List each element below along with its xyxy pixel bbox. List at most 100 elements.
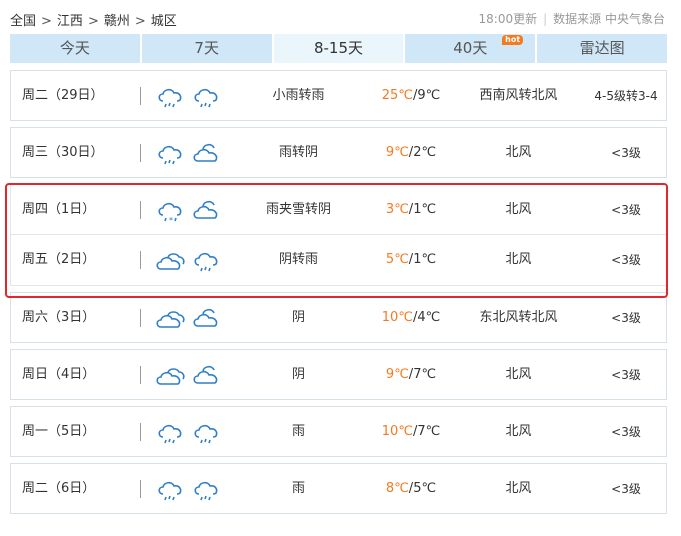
high-temp: 10℃ <box>381 310 413 325</box>
breadcrumb-item-city[interactable]: 赣州 <box>104 14 130 29</box>
high-temp: 10℃ <box>381 424 413 439</box>
wind-level: <3级 <box>611 146 641 160</box>
svg-text:*: * <box>169 216 173 225</box>
temperature: 10℃/7℃ <box>366 407 456 457</box>
forecast-row: 周日（4日） 阴 9℃/7℃ 北风 <3级 <box>10 349 667 400</box>
high-temp: 25℃ <box>381 88 413 103</box>
wind-level: <3级 <box>611 368 641 382</box>
day-label: 周二（29日） <box>22 71 141 121</box>
forecast-row: 周四（1日） * 雨夹雪转阴 3℃/1℃ 北风 <3级 <box>10 184 667 235</box>
day-label: 周四（1日） <box>22 185 141 235</box>
temperature: 25℃/9℃ <box>366 71 456 121</box>
forecast-list: 周二（29日） 小雨转雨 25℃/9℃ 西南风转北风 4-5级转3-4 周三（30日） 雨转… <box>10 70 667 520</box>
low-temp: 5℃ <box>413 481 437 496</box>
overcast-icon <box>156 311 185 328</box>
day-label: 周三（30日） <box>22 128 141 178</box>
weather-description: 雨 <box>291 481 305 496</box>
breadcrumb-separator: > <box>41 14 52 29</box>
wind-direction: 北风 <box>505 145 532 160</box>
hot-badge: hot <box>502 35 524 45</box>
partly-cloudy-icon <box>193 200 218 219</box>
weather-description: 雨 <box>291 424 305 439</box>
wind-level: <3级 <box>611 203 641 217</box>
low-temp: 1℃ <box>413 252 437 267</box>
cloud-rain-icon <box>158 424 182 444</box>
partly-cloudy-icon <box>193 143 218 162</box>
forecast-row: 周二（29日） 小雨转雨 25℃/9℃ 西南风转北风 4-5级转3-4 <box>10 70 667 121</box>
weather-icons <box>155 361 225 391</box>
forecast-row: 周六（3日） 阴 10℃/4℃ 东北风转北风 <3级 <box>10 292 667 343</box>
breadcrumb-item-country[interactable]: 全国 <box>10 14 36 29</box>
tab-7-days[interactable]: 7天 <box>141 34 272 63</box>
tab-label: 今天 <box>59 39 90 57</box>
wind-direction: 北风 <box>505 202 532 217</box>
weather-description: 阴 <box>291 367 305 382</box>
wind-direction: 北风 <box>505 481 532 496</box>
data-source: 数据来源 中央气象台 <box>553 12 665 26</box>
temperature: 10℃/4℃ <box>366 293 456 343</box>
overcast-icon <box>156 368 185 385</box>
divider: | <box>543 12 548 26</box>
low-temp: 4℃ <box>417 310 441 325</box>
weather-icons: * <box>155 196 225 226</box>
wind-level: <3级 <box>611 425 641 439</box>
forecast-tabs: 今天 7天 8-15天 40天 hot 雷达图 <box>10 34 667 63</box>
weather-description: 雨转阴 <box>278 145 318 160</box>
weather-icons <box>155 418 225 448</box>
wind-level: <3级 <box>611 253 641 267</box>
weather-icons <box>155 82 225 112</box>
temperature: 8℃/5℃ <box>366 464 456 514</box>
day-label: 周六（3日） <box>22 293 141 343</box>
weather-icons <box>155 304 225 334</box>
high-temp: 8℃ <box>385 481 409 496</box>
weather-description: 阴 <box>291 310 305 325</box>
day-label: 周一（5日） <box>22 407 141 457</box>
weather-icons <box>155 246 225 276</box>
temperature: 9℃/2℃ <box>366 128 456 178</box>
day-label: 周二（6日） <box>22 464 141 514</box>
forecast-row: 周五（2日） 阴转雨 5℃/1℃ 北风 <3级 <box>10 235 667 286</box>
wind-direction: 北风 <box>505 367 532 382</box>
temperature: 9℃/7℃ <box>366 350 456 400</box>
breadcrumb-separator: > <box>134 14 146 29</box>
wind-level: <3级 <box>611 482 641 496</box>
breadcrumb-item-district: 城区 <box>150 14 177 29</box>
cloud-rain-icon <box>158 481 182 501</box>
low-temp: 1℃ <box>413 202 437 217</box>
forecast-row: 周三（30日） 雨转阴 9℃/2℃ 北风 <3级 <box>10 127 667 178</box>
breadcrumb-item-province[interactable]: 江西 <box>57 14 83 29</box>
tab-40-days[interactable]: 40天 hot <box>405 34 536 63</box>
tab-radar[interactable]: 雷达图 <box>537 34 667 63</box>
tab-label: 7天 <box>194 39 219 57</box>
tab-8-15-days[interactable]: 8-15天 <box>273 34 404 63</box>
breadcrumb: 全国 > 江西 > 赣州 > 城区 <box>10 10 177 29</box>
wind-level: <3级 <box>611 311 641 325</box>
breadcrumb-separator: > <box>87 14 99 29</box>
day-label: 周日（4日） <box>22 350 141 400</box>
tab-label: 8-15天 <box>313 39 364 57</box>
high-temp: 3℃ <box>385 202 409 217</box>
wind-direction: 东北风转北风 <box>479 310 558 325</box>
partly-cloudy-icon <box>193 308 218 327</box>
wind-direction: 北风 <box>505 424 532 439</box>
weather-description: 阴转雨 <box>278 252 318 267</box>
cloud-rain-icon <box>158 88 182 108</box>
top-bar: 全国 > 江西 > 赣州 > 城区 18:00更新 | 数据来源 中央气象台 <box>10 0 667 34</box>
high-temp: 5℃ <box>385 252 409 267</box>
weather-description: 雨夹雪转阴 <box>265 202 331 217</box>
cloud-rain-icon <box>194 88 218 108</box>
wind-direction: 西南风转北风 <box>479 88 558 103</box>
overcast-icon <box>156 253 185 270</box>
wind-level: 4-5级转3-4 <box>594 89 658 103</box>
low-temp: 7℃ <box>417 424 441 439</box>
weather-description: 小雨转雨 <box>272 88 325 103</box>
update-info: 18:00更新 | 数据来源 中央气象台 <box>479 10 665 27</box>
cloud-rain-icon <box>194 252 218 272</box>
partly-cloudy-icon <box>193 365 218 384</box>
cloud-rain-icon <box>158 145 182 165</box>
cloud-rain-icon <box>194 424 218 444</box>
tab-today[interactable]: 今天 <box>10 34 140 63</box>
low-temp: 9℃ <box>417 88 441 103</box>
tab-label: 40天 <box>453 39 488 57</box>
low-temp: 2℃ <box>413 145 437 160</box>
